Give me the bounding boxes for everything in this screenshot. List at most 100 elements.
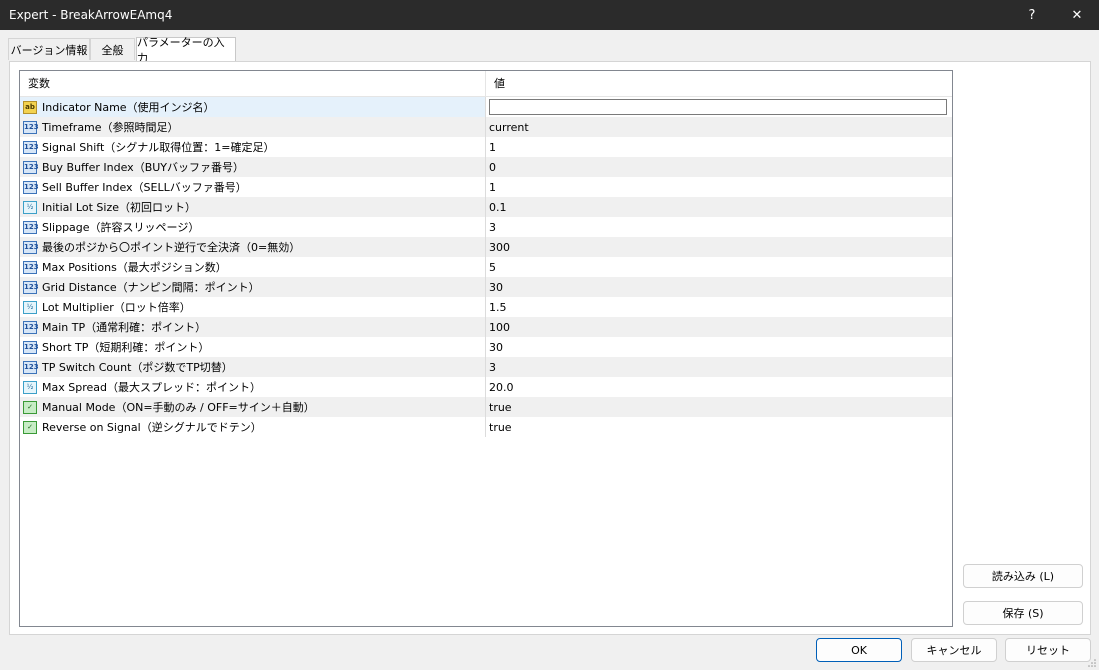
parameter-value-cell[interactable]: current: [486, 117, 952, 137]
parameter-row[interactable]: 123 Timeframe（参照時間足） current: [20, 117, 952, 137]
parameter-name-cell[interactable]: ab Indicator Name（使用インジ名）: [20, 97, 486, 117]
parameter-value: 300: [489, 240, 510, 254]
parameter-row[interactable]: 123 Signal Shift（シグナル取得位置：1=確定足） 1: [20, 137, 952, 157]
parameter-name: Sell Buffer Index（SELLバッファ番号）: [42, 181, 247, 194]
ok-button[interactable]: OK: [816, 638, 902, 662]
parameter-name-cell[interactable]: 123 Sell Buffer Index（SELLバッファ番号）: [20, 177, 486, 197]
parameter-value: 0: [489, 160, 496, 174]
integer-icon: 123: [23, 160, 39, 174]
load-button[interactable]: 読み込み (L): [963, 564, 1083, 588]
parameter-value-cell[interactable]: 30: [486, 337, 952, 357]
tab-general[interactable]: 全般: [90, 38, 135, 60]
help-button[interactable]: ?: [1012, 0, 1052, 30]
parameter-value: true: [489, 400, 512, 414]
parameter-grid[interactable]: 変数 値 ab Indicator Name（使用インジ名） 123 Timefram…: [19, 70, 953, 627]
parameter-row[interactable]: 123 Main TP（通常利確：ポイント） 100: [20, 317, 952, 337]
parameter-name-cell[interactable]: ✓ Manual Mode（ON=手動のみ / OFF=サイン＋自動）: [20, 397, 486, 417]
parameter-value-cell[interactable]: true: [486, 417, 952, 437]
close-button[interactable]: ✕: [1057, 0, 1097, 30]
integer-icon: 123: [23, 140, 39, 154]
parameter-value-cell[interactable]: 5: [486, 257, 952, 277]
parameter-name-cell[interactable]: ½ Initial Lot Size（初回ロット）: [20, 197, 486, 217]
parameter-name-cell[interactable]: 123 最後のポジから〇ポイント逆行で全決済（0=無効）: [20, 237, 486, 257]
parameter-row[interactable]: 123 Max Positions（最大ポジション数） 5: [20, 257, 952, 277]
reset-button[interactable]: リセット: [1005, 638, 1091, 662]
parameter-name: Max Positions（最大ポジション数）: [42, 261, 227, 274]
parameter-value-cell[interactable]: 1: [486, 177, 952, 197]
parameter-row[interactable]: 123 Buy Buffer Index（BUYバッファ番号） 0: [20, 157, 952, 177]
parameter-value: current: [489, 120, 529, 134]
tab-parameters[interactable]: パラメーターの入力: [136, 36, 236, 65]
parameter-value-cell[interactable]: 300: [486, 237, 952, 257]
save-button[interactable]: 保存 (S): [963, 601, 1083, 625]
parameter-value: 3: [489, 220, 496, 234]
parameter-row[interactable]: ½ Lot Multiplier（ロット倍率） 1.5: [20, 297, 952, 317]
parameter-name: Initial Lot Size（初回ロット）: [42, 201, 196, 214]
parameter-name: 最後のポジから〇ポイント逆行で全決済（0=無効）: [42, 241, 301, 254]
parameter-value-cell[interactable]: 1: [486, 137, 952, 157]
parameter-row[interactable]: ✓ Reverse on Signal（逆シグナルでドテン） true: [20, 417, 952, 437]
parameter-value-cell[interactable]: 0: [486, 157, 952, 177]
cancel-button[interactable]: キャンセル: [911, 638, 997, 662]
parameter-name-cell[interactable]: ½ Max Spread（最大スプレッド：ポイント）: [20, 377, 486, 397]
parameter-value: 1: [489, 180, 496, 194]
parameter-value-cell[interactable]: 3: [486, 357, 952, 377]
parameter-row[interactable]: 123 Sell Buffer Index（SELLバッファ番号） 1: [20, 177, 952, 197]
parameter-value-cell[interactable]: 1.5: [486, 297, 952, 317]
parameter-name-cell[interactable]: 123 Timeframe（参照時間足）: [20, 117, 486, 137]
parameter-name-cell[interactable]: 123 Slippage（許容スリッページ）: [20, 217, 486, 237]
parameter-value-cell[interactable]: true: [486, 397, 952, 417]
parameter-value-cell[interactable]: 3: [486, 217, 952, 237]
parameter-value: 3: [489, 360, 496, 374]
integer-icon: 123: [23, 240, 39, 254]
parameter-value-cell[interactable]: 30: [486, 277, 952, 297]
parameter-value-cell[interactable]: [486, 97, 952, 117]
window-title: Expert - BreakArrowEAmq4: [9, 8, 173, 22]
integer-icon: 123: [23, 320, 39, 334]
double-icon: ½: [23, 200, 37, 214]
parameter-name: Indicator Name（使用インジ名）: [42, 101, 215, 114]
parameter-row[interactable]: 123 最後のポジから〇ポイント逆行で全決済（0=無効） 300: [20, 237, 952, 257]
grid-rows: ab Indicator Name（使用インジ名） 123 Timeframe（参照時…: [20, 97, 952, 437]
parameter-row[interactable]: ✓ Manual Mode（ON=手動のみ / OFF=サイン＋自動） true: [20, 397, 952, 417]
parameter-value-cell[interactable]: 20.0: [486, 377, 952, 397]
close-icon: ✕: [1071, 7, 1083, 23]
column-header-value[interactable]: 値: [486, 71, 505, 96]
parameter-row[interactable]: 123 Slippage（許容スリッページ） 3: [20, 217, 952, 237]
parameter-name-cell[interactable]: 123 Main TP（通常利確：ポイント）: [20, 317, 486, 337]
parameter-value-cell[interactable]: 0.1: [486, 197, 952, 217]
parameter-name-cell[interactable]: 123 Signal Shift（シグナル取得位置：1=確定足）: [20, 137, 486, 157]
parameter-row[interactable]: 123 Grid Distance（ナンピン間隔：ポイント） 30: [20, 277, 952, 297]
parameter-name-cell[interactable]: 123 Max Positions（最大ポジション数）: [20, 257, 486, 277]
integer-icon: 123: [23, 220, 39, 234]
parameter-name: Max Spread（最大スプレッド：ポイント）: [42, 381, 261, 394]
parameter-name-cell[interactable]: ½ Lot Multiplier（ロット倍率）: [20, 297, 486, 317]
parameter-value: 30: [489, 280, 503, 294]
parameter-row[interactable]: 123 Short TP（短期利確：ポイント） 30: [20, 337, 952, 357]
parameter-name: Slippage（許容スリッページ）: [42, 221, 200, 234]
parameter-name-cell[interactable]: 123 Buy Buffer Index（BUYバッファ番号）: [20, 157, 486, 177]
parameter-row[interactable]: ½ Max Spread（最大スプレッド：ポイント） 20.0: [20, 377, 952, 397]
integer-icon: 123: [23, 120, 39, 134]
tab-version-info[interactable]: バージョン情報: [8, 38, 90, 60]
parameter-name-cell[interactable]: ✓ Reverse on Signal（逆シグナルでドテン）: [20, 417, 486, 437]
parameter-value-cell[interactable]: 100: [486, 317, 952, 337]
parameter-value: 5: [489, 260, 496, 274]
parameter-value: 20.0: [489, 380, 514, 394]
resize-grip-icon[interactable]: [1088, 659, 1096, 667]
parameter-name: Short TP（短期利確：ポイント）: [42, 341, 210, 354]
parameter-row[interactable]: ½ Initial Lot Size（初回ロット） 0.1: [20, 197, 952, 217]
column-header-variable[interactable]: 変数: [20, 71, 486, 96]
parameter-name: Grid Distance（ナンピン間隔：ポイント）: [42, 281, 260, 294]
parameter-value-input[interactable]: [489, 99, 947, 115]
parameter-name-cell[interactable]: 123 Grid Distance（ナンピン間隔：ポイント）: [20, 277, 486, 297]
parameter-name-cell[interactable]: 123 Short TP（短期利確：ポイント）: [20, 337, 486, 357]
parameter-value: 0.1: [489, 200, 507, 214]
integer-icon: 123: [23, 360, 39, 374]
parameter-row[interactable]: 123 TP Switch Count（ポジ数でTP切替） 3: [20, 357, 952, 377]
parameter-row[interactable]: ab Indicator Name（使用インジ名）: [20, 97, 952, 117]
parameter-name-cell[interactable]: 123 TP Switch Count（ポジ数でTP切替）: [20, 357, 486, 377]
parameter-name: Reverse on Signal（逆シグナルでドテン）: [42, 421, 262, 434]
integer-icon: 123: [23, 340, 39, 354]
parameter-value: true: [489, 420, 512, 434]
